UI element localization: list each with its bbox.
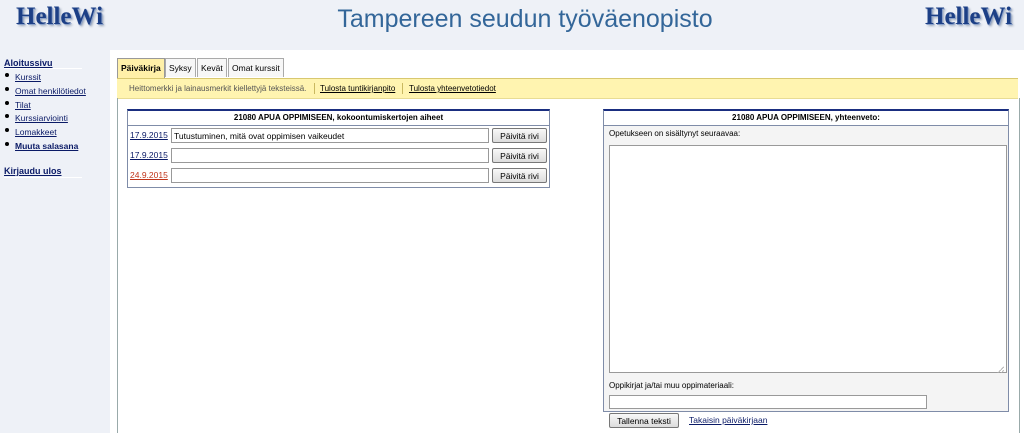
page-title: Tampereen seudun työväenopisto	[337, 5, 713, 33]
print-hours-link[interactable]: Tulosta tuntikirjanpito	[320, 79, 395, 98]
session-topic-input[interactable]	[171, 168, 489, 183]
print-summary-link[interactable]: Tulosta yhteenvetotiedot	[409, 79, 496, 98]
sidebar-divider	[4, 68, 82, 69]
sessions-panel: 21080 APUA OPPIMISEEN, kokoontumiskertoj…	[127, 109, 550, 188]
materials-input[interactable]	[609, 395, 927, 409]
info-bar: Heittomerkki ja lainausmerkit kiellettyj…	[117, 78, 1018, 99]
summary-panel: 21080 APUA OPPIMISEEN, yhteenveto: Opetu…	[603, 109, 1009, 412]
tab-syksy[interactable]: Syksy	[165, 58, 196, 77]
summary-panel-title: 21080 APUA OPPIMISEEN, yhteenveto:	[604, 111, 1008, 126]
sidebar-divider	[4, 177, 82, 178]
page-header: HelleWi Tampereen seudun työväenopisto H…	[0, 0, 1024, 50]
session-row: 24.9.2015 Päivitä rivi	[128, 167, 549, 187]
sidebar-item-tilat[interactable]: Tilat	[15, 100, 31, 110]
main-content: Päiväkirja Syksy Kevät Omat kurssit Heit…	[110, 50, 1024, 433]
update-row-button[interactable]: Päivitä rivi	[492, 128, 547, 143]
materials-label: Oppikirjat ja/tai muu oppimateriaali:	[609, 381, 734, 390]
save-text-button[interactable]: Tallenna teksti	[609, 413, 679, 428]
bullet-icon	[5, 87, 9, 91]
bullet-icon	[5, 73, 9, 77]
sidebar-home-link[interactable]: Aloitussivu	[4, 58, 53, 68]
update-row-button[interactable]: Päivitä rivi	[492, 148, 547, 163]
quote-warning: Heittomerkki ja lainausmerkit kiellettyj…	[129, 84, 307, 93]
update-row-button[interactable]: Päivitä rivi	[492, 168, 547, 183]
bullet-icon	[5, 101, 9, 105]
sessions-panel-title: 21080 APUA OPPIMISEEN, kokoontumiskertoj…	[128, 111, 549, 126]
sidebar-item-kurssiarviointi[interactable]: Kurssiarviointi	[15, 113, 68, 123]
session-row: 17.9.2015 Päivitä rivi	[128, 127, 549, 147]
hellewi-logo-right: HelleWi	[925, 3, 1013, 30]
sidebar-item-kurssit[interactable]: Kurssit	[15, 72, 41, 82]
tab-omat-kurssit[interactable]: Omat kurssit	[228, 58, 284, 77]
bullet-icon	[5, 114, 9, 118]
content-textarea[interactable]	[609, 145, 1007, 373]
back-to-diary-link[interactable]: Takaisin päiväkirjaan	[689, 415, 767, 425]
bullet-icon	[5, 128, 9, 132]
logout-link[interactable]: Kirjaudu ulos	[4, 166, 62, 176]
session-topic-input[interactable]	[171, 128, 489, 143]
sidebar-item-muuta-salasana[interactable]: Muuta salasana	[15, 141, 78, 151]
sidebar: Aloitussivu Kurssit Omat henkilötiedot T…	[0, 50, 110, 433]
session-date-link[interactable]: 24.9.2015	[130, 170, 168, 180]
session-row: 17.9.2015 Päivitä rivi	[128, 147, 549, 167]
session-topic-input[interactable]	[171, 148, 489, 163]
sidebar-item-lomakkeet[interactable]: Lomakkeet	[15, 127, 57, 137]
tab-paivakirja[interactable]: Päiväkirja	[117, 58, 165, 79]
tab-kevat[interactable]: Kevät	[197, 58, 227, 77]
session-date-link[interactable]: 17.9.2015	[130, 130, 168, 140]
resize-grip-icon[interactable]	[997, 366, 1004, 373]
info-divider	[402, 83, 403, 94]
info-divider	[314, 83, 315, 94]
bullet-icon	[5, 142, 9, 146]
session-date-link[interactable]: 17.9.2015	[130, 150, 168, 160]
content-label: Opetukseen on sisältynyt seuraavaa:	[609, 129, 741, 138]
sidebar-item-omat-henkilotiedot[interactable]: Omat henkilötiedot	[15, 86, 86, 96]
